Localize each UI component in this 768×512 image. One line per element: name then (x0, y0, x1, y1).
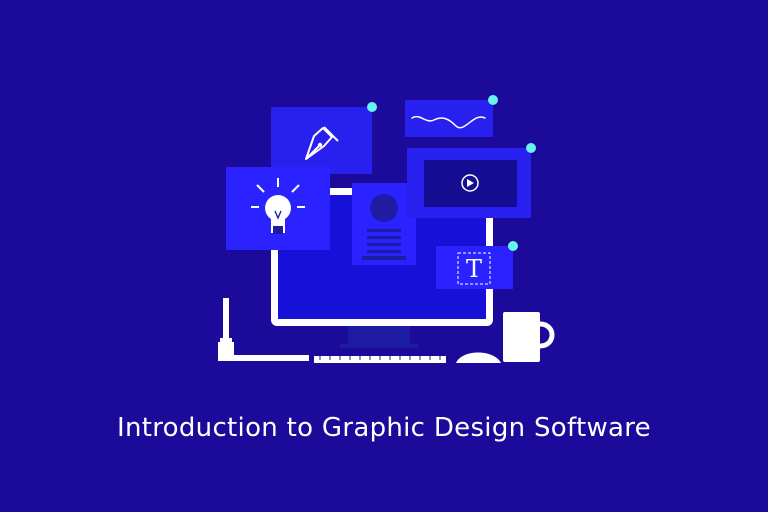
accent-dot (508, 241, 518, 251)
mouse-icon (456, 352, 501, 363)
text-tool-icon: T (466, 255, 482, 283)
page-title: Introduction to Graphic Design Software (117, 413, 651, 443)
pen-tool-panel (271, 102, 377, 174)
text-tool-panel: T (436, 241, 518, 289)
hero-banner: T Introduction to Graphic Design Softwar… (0, 0, 768, 512)
waveform-panel (405, 95, 498, 137)
video-panel (407, 143, 536, 218)
accent-dot (526, 143, 536, 153)
avatar-circle (370, 194, 398, 222)
keyboard-icon (314, 356, 446, 363)
lightbulb-panel (226, 167, 330, 250)
mug-icon (503, 312, 555, 362)
accent-dot (488, 95, 498, 105)
accent-dot (367, 102, 377, 112)
